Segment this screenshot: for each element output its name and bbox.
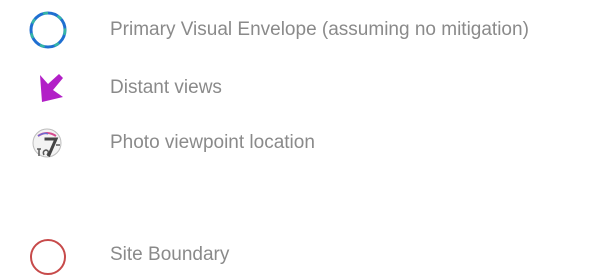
dashed-circle-icon (28, 8, 76, 52)
legend-label: Primary Visual Envelope (assuming no mit… (110, 19, 529, 40)
legend-label: Site Boundary (110, 244, 230, 265)
legend-item-distant-views: Distant views (0, 66, 598, 110)
site-boundary-icon (28, 233, 76, 277)
photo-viewpoint-icon (28, 121, 76, 165)
map-legend: Primary Visual Envelope (assuming no mit… (0, 0, 598, 275)
legend-label: Distant views (110, 77, 222, 98)
legend-item-site-boundary: Site Boundary (0, 233, 598, 277)
legend-label: Photo viewpoint location (110, 132, 315, 153)
legend-item-primary-visual-envelope: Primary Visual Envelope (assuming no mit… (0, 8, 598, 52)
legend-item-photo-viewpoint-location: Photo viewpoint location (0, 121, 598, 165)
arrow-icon (28, 66, 76, 110)
